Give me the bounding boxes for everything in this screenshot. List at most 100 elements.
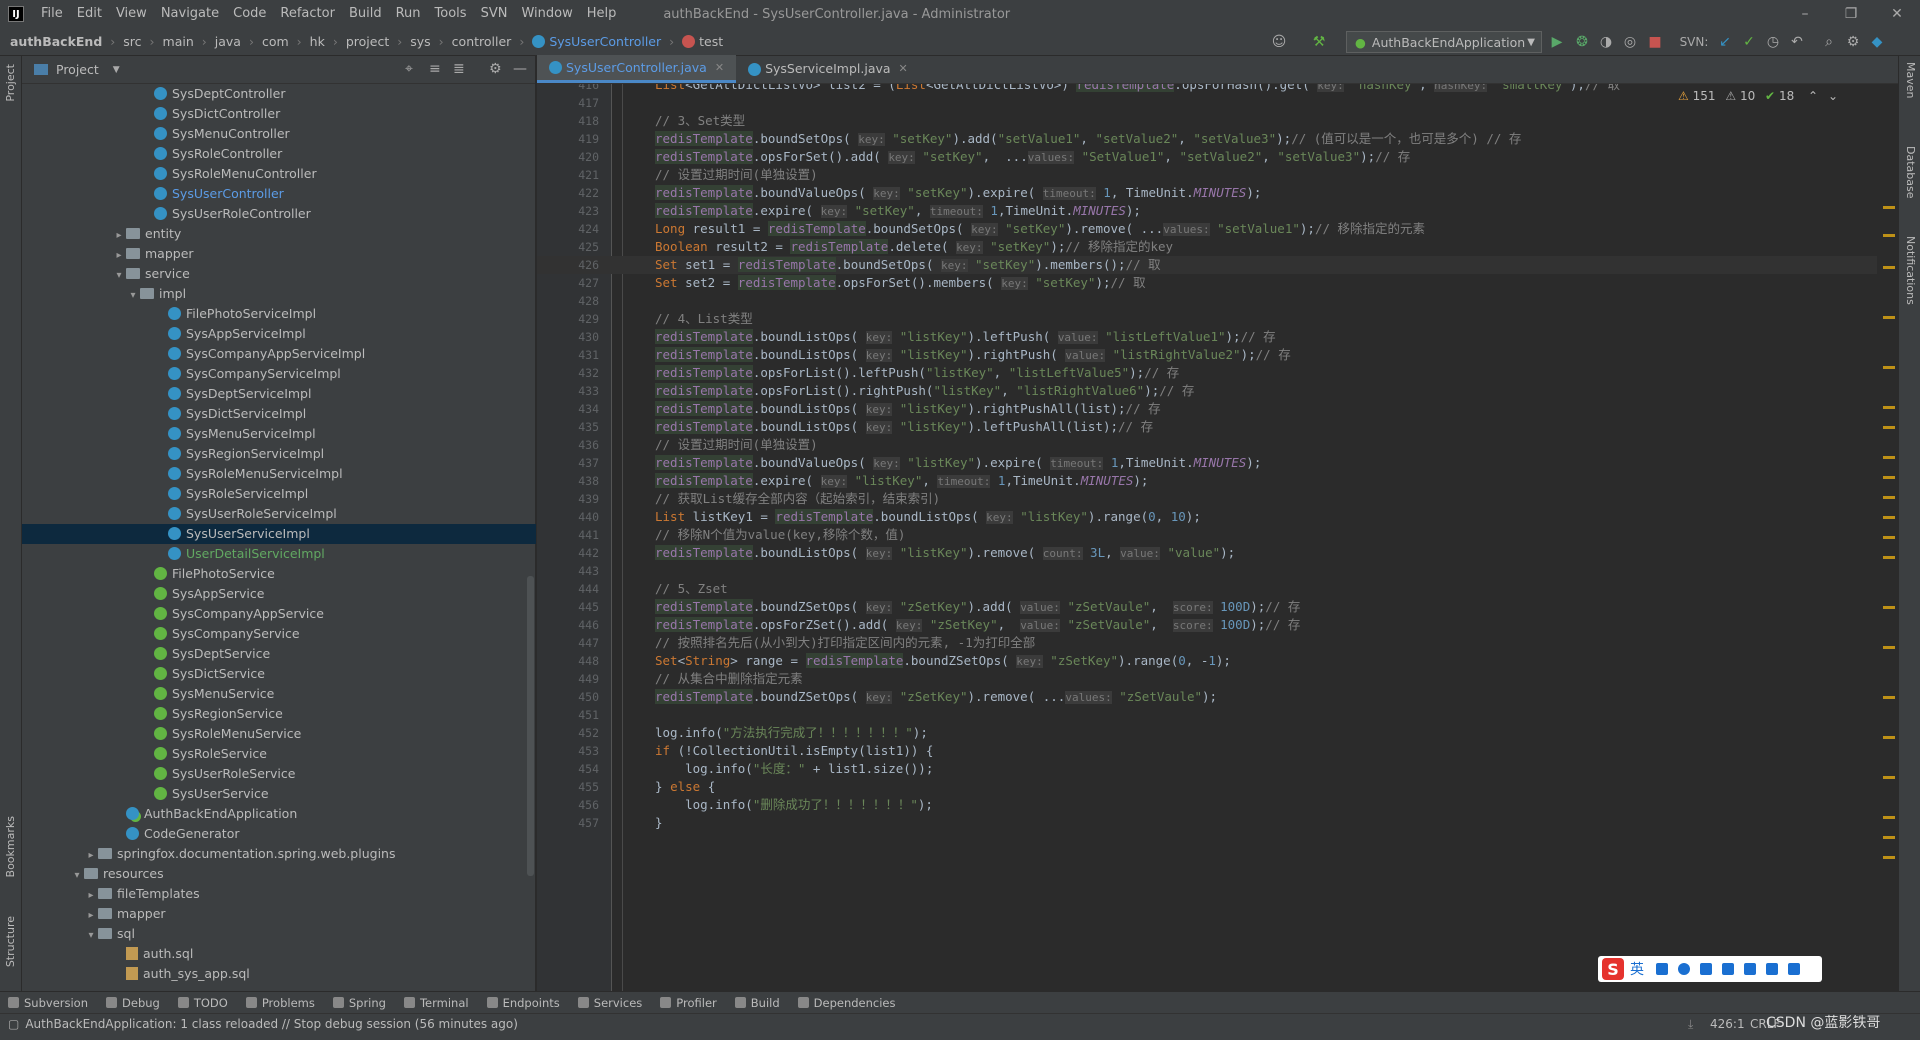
- code-editor[interactable]: 416 List<GetAttDictListVo> list2 = (List<…: [537, 84, 1877, 991]
- chevron-right-icon[interactable]: ▸: [112, 226, 126, 246]
- code-line[interactable]: 453 if (!CollectionUtil.isEmpty(list1)) {: [537, 742, 1877, 760]
- tree-item[interactable]: CodeGenerator: [22, 824, 536, 844]
- code-line[interactable]: 435 redisTemplate.boundListOps( key: "lis…: [537, 418, 1877, 436]
- code-line[interactable]: 421 // 设置过期时间(单独设置): [537, 166, 1877, 184]
- tree-item[interactable]: ▸ fileTemplates: [22, 884, 536, 904]
- rollback-icon[interactable]: ↶: [1788, 33, 1806, 51]
- locate-target-icon[interactable]: ⌖: [405, 61, 413, 77]
- menu-code[interactable]: Code: [226, 0, 273, 28]
- chevron-right-icon[interactable]: ▸: [84, 906, 98, 926]
- caret-position[interactable]: 426:1: [1710, 1017, 1745, 1031]
- tree-item[interactable]: SysDeptController: [22, 84, 536, 104]
- emoji-icon[interactable]: [1678, 963, 1690, 975]
- warning-stripe-mark[interactable]: [1883, 406, 1895, 409]
- toolbox-grid-icon[interactable]: [1788, 963, 1800, 975]
- breadcrumb-item[interactable]: test: [680, 34, 725, 49]
- code-line[interactable]: 432 redisTemplate.opsForList().leftPush("…: [537, 364, 1877, 382]
- tree-item[interactable]: SysDeptService: [22, 644, 536, 664]
- punctuation-icon[interactable]: [1656, 963, 1668, 975]
- tree-item[interactable]: ▾ service: [22, 264, 536, 284]
- tree-item[interactable]: auth_sys_app.sql: [22, 964, 536, 984]
- input-method-bar[interactable]: S 英: [1598, 956, 1822, 982]
- tree-item[interactable]: ▾ impl: [22, 284, 536, 304]
- code-line[interactable]: 428: [537, 292, 1877, 310]
- expand-all-icon[interactable]: ≡: [429, 61, 441, 77]
- code-line[interactable]: 422 redisTemplate.boundValueOps( key: "se…: [537, 184, 1877, 202]
- code-line[interactable]: 455} else {: [537, 778, 1877, 796]
- code-line[interactable]: 419 redisTemplate.boundSetOps( key: "setK…: [537, 130, 1877, 148]
- tool-terminal[interactable]: Terminal: [396, 996, 479, 1010]
- menu-build[interactable]: Build: [342, 0, 389, 28]
- tool-todo[interactable]: TODO: [170, 996, 238, 1010]
- code-line[interactable]: 449 // 从集合中删除指定元素: [537, 670, 1877, 688]
- tree-item[interactable]: auth.sql: [22, 944, 536, 964]
- maven-tool-tab[interactable]: Maven: [1904, 62, 1917, 98]
- warning-stripe-mark[interactable]: [1883, 536, 1895, 539]
- menu-refactor[interactable]: Refactor: [273, 0, 342, 28]
- structure-tool-tab[interactable]: Structure: [4, 916, 17, 967]
- project-tree-scrollbar[interactable]: [527, 576, 534, 876]
- code-line[interactable]: 450 redisTemplate.boundZSetOps( key: "zSe…: [537, 688, 1877, 706]
- tree-item[interactable]: SysCompanyServiceImpl: [22, 364, 536, 384]
- tree-item[interactable]: SysDictController: [22, 104, 536, 124]
- code-line[interactable]: 416 List<GetAttDictListVo> list2 = (List<…: [537, 84, 1877, 94]
- warning-stripe-mark[interactable]: [1883, 556, 1895, 559]
- tree-item[interactable]: SysRegionService: [22, 704, 536, 724]
- build-hammer-icon[interactable]: ⚒: [1310, 33, 1328, 51]
- settings-gear-icon[interactable]: ⚙: [1844, 33, 1862, 51]
- tree-item[interactable]: ▾ sql: [22, 924, 536, 944]
- hide-panel-icon[interactable]: —: [513, 61, 527, 77]
- tree-item[interactable]: ▸ mapper: [22, 244, 536, 264]
- tree-item[interactable]: SysUserServiceImpl: [22, 524, 536, 544]
- close-tab-icon[interactable]: ✕: [715, 54, 724, 82]
- panel-gear-icon[interactable]: ⚙: [489, 61, 502, 77]
- user-icon[interactable]: ☺: [1270, 33, 1288, 51]
- tree-item[interactable]: SysAppServiceImpl: [22, 324, 536, 344]
- warning-stripe-mark[interactable]: [1883, 696, 1895, 699]
- code-line[interactable]: 434 redisTemplate.boundListOps( key: "lis…: [537, 400, 1877, 418]
- code-line[interactable]: 426 Set set1 = redisTemplate.boundSetOps(…: [537, 256, 1877, 274]
- debug-icon[interactable]: ❂: [1573, 33, 1591, 51]
- tree-item[interactable]: UserDetailServiceImpl: [22, 544, 536, 564]
- tree-item[interactable]: ▸ entity: [22, 224, 536, 244]
- warning-stripe-mark[interactable]: [1883, 736, 1895, 739]
- editor-tab[interactable]: SysUserController.java ✕: [537, 54, 737, 83]
- tool-build[interactable]: Build: [727, 996, 790, 1010]
- warning-stripe-mark[interactable]: [1883, 316, 1895, 319]
- close-icon[interactable]: ✕: [1874, 0, 1920, 28]
- chevron-down-icon[interactable]: ▼: [113, 65, 120, 75]
- warning-stripe-mark[interactable]: [1883, 516, 1895, 519]
- warning-stripe-mark[interactable]: [1883, 496, 1895, 499]
- tree-item[interactable]: FilePhotoService: [22, 564, 536, 584]
- tree-item[interactable]: ▾ resources: [22, 864, 536, 884]
- code-line[interactable]: 427 Set set2 = redisTemplate.opsForSet().…: [537, 274, 1877, 292]
- code-line[interactable]: 429 // 4、List类型: [537, 310, 1877, 328]
- tool-problems[interactable]: Problems: [238, 996, 325, 1010]
- tree-item[interactable]: SysRoleMenuService: [22, 724, 536, 744]
- menu-view[interactable]: View: [109, 0, 154, 28]
- tool-dependencies[interactable]: Dependencies: [790, 996, 906, 1010]
- stop-icon[interactable]: ■: [1646, 33, 1664, 51]
- code-line[interactable]: 444 // 5、Zset: [537, 580, 1877, 598]
- tree-item[interactable]: SysMenuServiceImpl: [22, 424, 536, 444]
- menu-edit[interactable]: Edit: [70, 0, 109, 28]
- tree-item[interactable]: SysUserService: [22, 784, 536, 804]
- tree-item[interactable]: FilePhotoServiceImpl: [22, 304, 536, 324]
- tree-item[interactable]: SysRoleMenuController: [22, 164, 536, 184]
- tree-item[interactable]: SysAppService: [22, 584, 536, 604]
- tree-item[interactable]: SysDictService: [22, 664, 536, 684]
- ide-update-icon[interactable]: ◆: [1868, 33, 1886, 51]
- code-line[interactable]: 454 log.info("长度：" + list1.size());: [537, 760, 1877, 778]
- breadcrumb-item[interactable]: java: [213, 34, 243, 49]
- warning-stripe-mark[interactable]: [1883, 366, 1895, 369]
- user-profile-icon[interactable]: [1744, 963, 1756, 975]
- profile-icon[interactable]: ◎: [1621, 33, 1639, 51]
- code-line[interactable]: 447 // 按照排名先后(从小到大)打印指定区间内的元素, -1为打印全部: [537, 634, 1877, 652]
- svn-commit-icon[interactable]: ✓: [1740, 33, 1758, 51]
- menu-svn[interactable]: SVN: [474, 0, 515, 28]
- code-line[interactable]: 439 // 获取List缓存全部内容（起始索引，结束索引): [537, 490, 1877, 508]
- tree-item[interactable]: SysCompanyAppServiceImpl: [22, 344, 536, 364]
- warning-stripe-mark[interactable]: [1883, 206, 1895, 209]
- code-line[interactable]: 436 // 设置过期时间(单独设置): [537, 436, 1877, 454]
- code-line[interactable]: 451: [537, 706, 1877, 724]
